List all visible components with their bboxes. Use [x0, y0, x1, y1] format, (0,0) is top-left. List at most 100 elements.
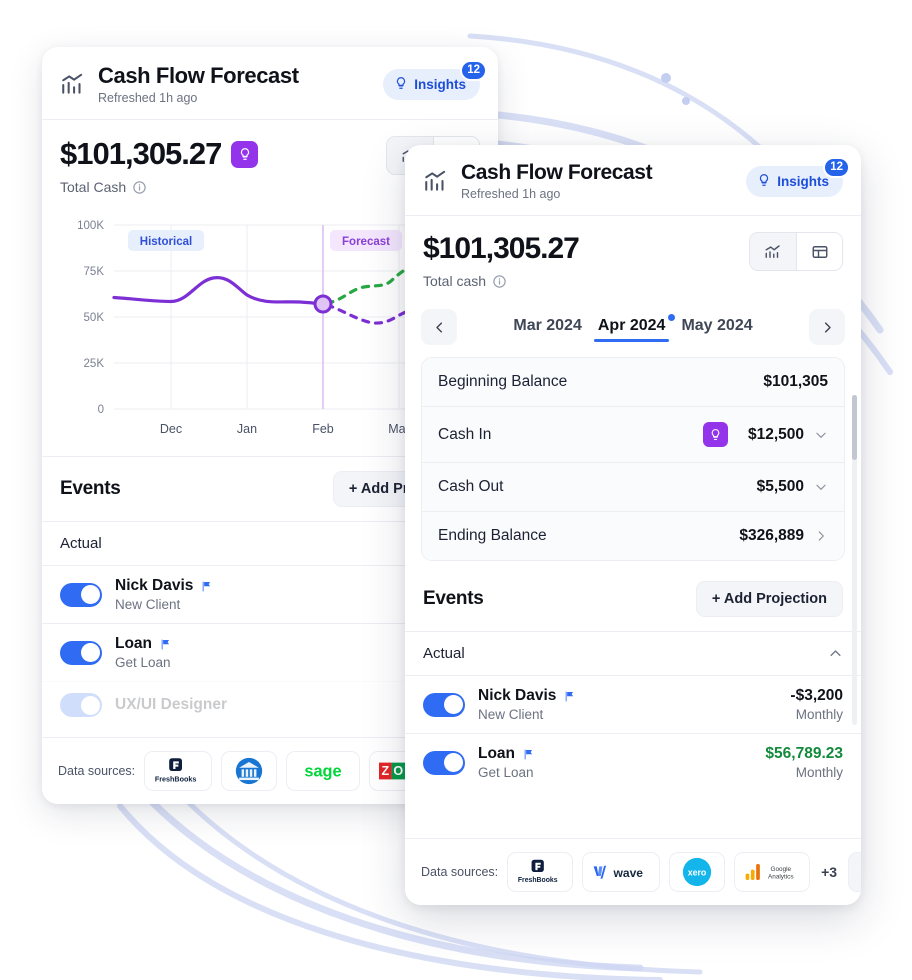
card-header: Cash Flow Forecast Refreshed 1h ago Insi… [42, 47, 498, 120]
event-texts: Loan Get Loan [115, 635, 172, 670]
event-name-line: Nick Davis [115, 577, 213, 595]
flag-icon [200, 580, 213, 593]
event-name: Nick Davis [115, 577, 194, 594]
event-row[interactable]: Loan Get Loan $56,789.23 Monthly [405, 733, 861, 791]
event-name: Loan [115, 635, 153, 652]
group-header-actual[interactable]: Actual [405, 631, 861, 675]
svg-text:FreshBooks: FreshBooks [155, 774, 197, 783]
refresh-status: Refreshed 1h ago [98, 91, 198, 105]
event-subtitle: New Client [478, 707, 544, 722]
svg-text:75K: 75K [84, 266, 105, 278]
balance-list: Beginning Balance $101,305 Cash In $12,5… [421, 357, 845, 561]
screen-root: Cash Flow Forecast Refreshed 1h ago Insi… [0, 0, 912, 980]
month-tab-may-2024[interactable]: May 2024 [677, 313, 756, 342]
source-chip-wave[interactable]: wave [582, 852, 661, 892]
source-chip-bank[interactable] [221, 751, 278, 791]
view-toggle-group [749, 232, 843, 271]
insights-label: Insights [414, 76, 466, 92]
events-title: Events [60, 478, 121, 499]
series-historical [112, 276, 325, 306]
refresh-status: Refreshed 1h ago [461, 187, 561, 201]
svg-text:Analytics: Analytics [768, 873, 794, 880]
svg-text:Z: Z [382, 764, 390, 778]
svg-text:100K: 100K [77, 220, 104, 232]
source-chip-freshbooks[interactable]: FreshBooks [507, 852, 574, 892]
svg-text:xero: xero [688, 868, 707, 878]
page-title: Cash Flow Forecast [461, 161, 653, 184]
source-chip-google-analytics[interactable]: Google Analytics [734, 852, 811, 892]
balance-row-cash-out[interactable]: Cash Out $5,500 [422, 462, 844, 511]
card-header: Cash Flow Forecast Refreshed 1h ago Insi… [405, 145, 861, 216]
event-toggle[interactable] [423, 692, 465, 717]
event-name-line: Loan [115, 635, 172, 653]
svg-text:Historical: Historical [140, 236, 192, 248]
prev-month-button[interactable] [421, 309, 457, 345]
event-amount: -$3,200 [790, 687, 843, 704]
event-name: Nick Davis [478, 687, 557, 704]
month-tab-apr-2024[interactable]: Apr 2024 [593, 313, 676, 342]
balance-row-ending[interactable]: Ending Balance $326,889 [422, 511, 844, 560]
source-chip-freshbooks[interactable]: FreshBooks [144, 751, 213, 791]
svg-text:Dec: Dec [160, 422, 182, 436]
event-toggle[interactable] [423, 750, 465, 775]
data-sources-label: Data sources: [421, 865, 499, 879]
event-name: Loan [478, 745, 516, 762]
balance-value: $12,500 [747, 425, 804, 443]
data-sources-label: Data sources: [58, 764, 136, 778]
chevron-down-icon[interactable] [814, 428, 828, 442]
svg-text:Google: Google [771, 866, 792, 873]
info-icon[interactable] [132, 180, 147, 195]
source-chip-xero[interactable]: xero [669, 852, 726, 892]
source-chip-sage[interactable]: sage [286, 751, 361, 791]
amount-line: $101,305.27 [60, 136, 259, 172]
balance-row-cash-in[interactable]: Cash In $12,500 [422, 406, 844, 462]
insights-wrapper: Insights 12 [746, 156, 850, 197]
svg-text:Jan: Jan [237, 422, 257, 436]
svg-text:FreshBooks: FreshBooks [518, 877, 558, 884]
insights-wrapper: Insights 12 [383, 59, 487, 100]
vertical-scrollbar[interactable] [852, 395, 857, 725]
plus-icon[interactable]: + [848, 852, 861, 892]
balance-row-beginning[interactable]: Beginning Balance $101,305 [422, 358, 844, 406]
month-tab-mar-2024[interactable]: Mar 2024 [509, 313, 586, 342]
event-values: -$3,200 Monthly [790, 687, 843, 722]
total-cash-label: Total cash [423, 273, 487, 289]
next-month-button[interactable] [809, 309, 845, 345]
chart-view-button[interactable] [750, 233, 796, 270]
source-more-count[interactable]: +3 [819, 864, 839, 880]
event-row[interactable]: Nick Davis New Client -$3,200 Monthly [405, 675, 861, 733]
svg-text:O: O [394, 764, 404, 778]
amount-line: $101,305.27 [423, 232, 580, 266]
chart-marker [313, 294, 333, 314]
chart-bar-line-icon [60, 71, 86, 97]
cash-flow-card-front: Cash Flow Forecast Refreshed 1h ago Insi… [405, 145, 861, 905]
month-tabs: Mar 2024 Apr 2024 May 2024 [463, 313, 803, 342]
summary-left: $101,305.27 Total Cash [60, 136, 259, 195]
chevron-up-icon[interactable] [828, 646, 843, 661]
insights-count-badge: 12 [823, 156, 850, 178]
event-texts: Nick Davis New Client [115, 577, 213, 612]
balance-label: Cash Out [438, 478, 504, 495]
event-toggle[interactable] [60, 640, 102, 665]
event-values: $56,789.23 Monthly [765, 745, 843, 780]
total-cash-amount: $101,305.27 [423, 232, 580, 265]
page-title: Cash Flow Forecast [98, 63, 299, 88]
event-amount: $56,789.23 [765, 745, 843, 762]
insights-count-badge: 12 [460, 59, 487, 81]
summary-label-row: Total Cash [60, 179, 258, 195]
event-name-line: Loan [478, 745, 535, 763]
data-sources-bar: Data sources: FreshBooks wave xero Googl… [405, 838, 861, 905]
event-toggle[interactable] [60, 582, 102, 607]
summary-label-row: Total cash [423, 273, 579, 289]
balance-label: Cash In [438, 425, 492, 443]
table-view-button[interactable] [796, 233, 842, 270]
add-projection-button[interactable]: + Add Projection [695, 581, 843, 617]
chevron-right-icon[interactable] [814, 529, 828, 543]
insight-bulb-chip[interactable] [702, 422, 728, 447]
event-toggle[interactable] [60, 693, 102, 717]
event-subtitle: Get Loan [478, 765, 534, 780]
info-icon[interactable] [492, 274, 507, 289]
chevron-down-icon[interactable] [814, 480, 828, 494]
balance-label: Beginning Balance [438, 373, 568, 390]
insight-bulb-chip[interactable] [231, 140, 259, 168]
